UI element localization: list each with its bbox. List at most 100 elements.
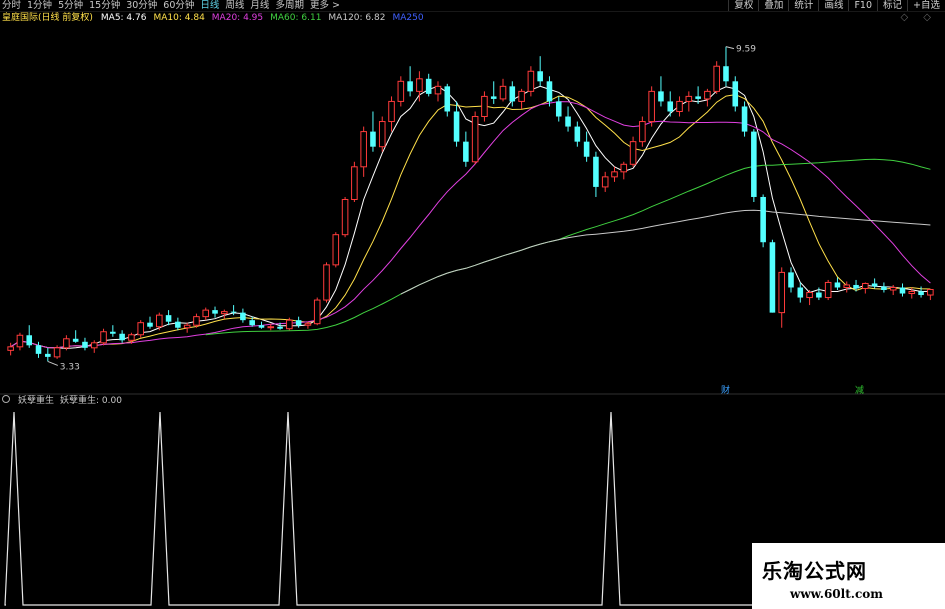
candle-body <box>685 95 693 102</box>
indicator-legend: 妖孽重生 妖孽重生: 0.00 <box>2 395 122 407</box>
period-toolbar: 分时 1分钟 5分钟 15分钟 30分钟 60分钟 日线 周线 月线 多周期 更多 > 复权 叠加 统计… <box>0 0 945 11</box>
indicator-name[interactable]: 妖孽重生 <box>18 395 54 407</box>
ma5-line <box>10 85 931 350</box>
badge-cai[interactable]: 财 <box>721 383 730 396</box>
candle-body <box>574 126 581 142</box>
badge-jian[interactable]: 减 <box>855 383 864 396</box>
candle-body <box>889 286 897 291</box>
tool-button-6[interactable]: +自选 <box>907 0 945 11</box>
indicator-value: 妖孽重生: 0.00 <box>60 396 122 406</box>
candle-body <box>555 101 562 117</box>
tab-8[interactable]: 月线 <box>250 0 269 11</box>
candle-body <box>453 111 460 142</box>
high-marker-line <box>725 46 735 50</box>
candle-body <box>741 106 748 132</box>
tool-button-5[interactable]: 标记 <box>877 0 907 11</box>
candle-body <box>881 286 887 290</box>
tab-3[interactable]: 15分钟 <box>89 0 120 11</box>
candle-body <box>351 166 358 200</box>
tab-7[interactable]: 周线 <box>225 0 244 11</box>
candle-body <box>788 272 794 288</box>
candle-body <box>183 324 191 329</box>
candle-body <box>332 234 340 266</box>
tab-4[interactable]: 30分钟 <box>126 0 157 11</box>
tab-10[interactable]: 更多 > <box>310 0 340 11</box>
candle-body <box>639 121 646 143</box>
chart-canvas[interactable]: 9.59 3.33 <box>0 0 945 609</box>
high-price-label: 9.59 <box>736 45 756 55</box>
candle-body <box>258 325 265 328</box>
candle-body <box>629 141 637 165</box>
candle-body <box>16 334 24 348</box>
candle-body <box>370 131 376 147</box>
tab-0[interactable]: 分时 <box>2 0 21 11</box>
candle-body <box>908 291 916 295</box>
tool-button-1[interactable]: 叠加 <box>758 0 788 11</box>
candle-body <box>676 100 683 112</box>
tab-1[interactable]: 1分钟 <box>27 0 52 11</box>
candle-body <box>277 326 283 329</box>
tab-2[interactable]: 5分钟 <box>58 0 83 11</box>
candle-body <box>463 141 469 162</box>
tab-9[interactable]: 多周期 <box>275 0 304 11</box>
gear-icon[interactable] <box>2 395 10 403</box>
candle-body <box>7 346 14 351</box>
candle-body <box>611 171 618 178</box>
candle-body <box>471 116 479 163</box>
stock-title[interactable]: 皇庭国际(日线 前复权) <box>2 12 93 24</box>
candle-body <box>751 131 757 197</box>
tool-button-2[interactable]: 统计 <box>788 0 818 11</box>
ma-legend-item: MA250 <box>392 13 424 23</box>
candle-body <box>378 121 386 148</box>
candle-body <box>444 86 451 112</box>
candle-body <box>313 299 321 325</box>
candle-body <box>397 80 405 102</box>
candle-body <box>899 287 906 294</box>
candle-body <box>601 176 609 188</box>
candle-body <box>527 70 535 92</box>
candle-body <box>286 319 293 330</box>
tool-button-4[interactable]: F10 <box>848 0 877 11</box>
candle-body <box>128 334 135 341</box>
candle-body <box>509 86 516 102</box>
candle-body <box>341 198 349 236</box>
candle-body <box>90 342 98 349</box>
candle-body <box>648 90 655 123</box>
period-tabs: 分时 1分钟 5分钟 15分钟 30分钟 60分钟 日线 周线 月线 多周期 更多 > <box>2 0 340 11</box>
ma120-line <box>400 209 931 295</box>
candle-body <box>416 78 423 92</box>
candle-body <box>490 96 497 99</box>
candle-body <box>593 156 599 187</box>
ma-legend-item: MA60: 6.11 <box>270 13 322 23</box>
candle-body <box>704 90 711 100</box>
low-price-label: 3.33 <box>60 362 80 372</box>
candle-body <box>212 310 218 314</box>
ma10-line <box>10 94 931 349</box>
candle-body <box>193 316 200 326</box>
main-legend: 皇庭国际(日线 前复权) MA5: 4.76 MA10: 4.84 MA20: 4.… <box>2 12 431 24</box>
candle-body <box>249 320 255 326</box>
candle-body <box>165 315 172 322</box>
candle-body <box>388 100 395 123</box>
candle-body <box>806 292 813 299</box>
tab-6[interactable]: 日线 <box>200 0 219 11</box>
candle-body <box>546 81 553 102</box>
candle-body <box>834 282 841 288</box>
candle-body <box>240 312 246 321</box>
candle-body <box>853 284 859 289</box>
candle-body <box>778 271 786 314</box>
candle-body <box>760 196 766 243</box>
candle-body <box>202 309 210 318</box>
chart-corner-controls[interactable]: ◇ ◇ <box>900 12 937 23</box>
candle-body <box>434 85 442 95</box>
tab-5[interactable]: 60分钟 <box>163 0 194 11</box>
candle-body <box>119 333 125 341</box>
tool-button-0[interactable]: 复权 <box>728 0 758 11</box>
tool-button-3[interactable]: 画线 <box>818 0 848 11</box>
candle-body <box>658 91 664 102</box>
candle-body <box>583 141 590 157</box>
candle-body <box>147 322 153 327</box>
candle-body <box>230 311 237 313</box>
candle-body <box>425 78 432 94</box>
moving-average-lines <box>10 85 931 350</box>
